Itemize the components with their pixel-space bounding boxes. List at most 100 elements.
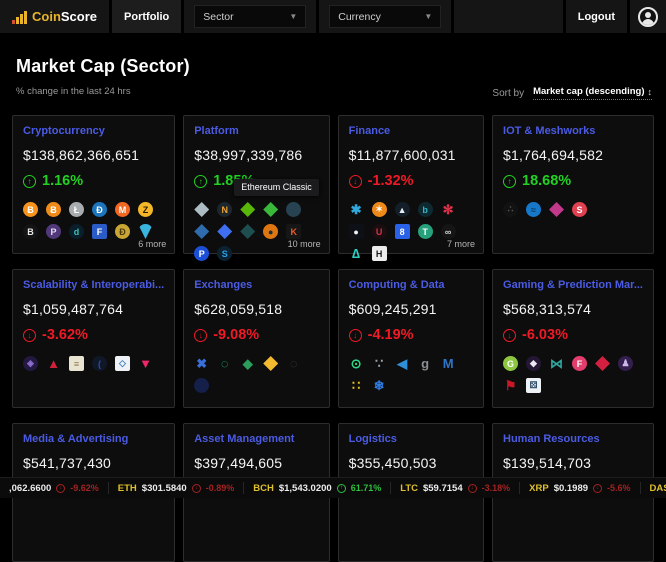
monero-icon[interactable]: M <box>115 202 130 217</box>
sector-card[interactable]: Gaming & Prediction Mar... $568,313,574 … <box>492 269 654 408</box>
ripple-icon[interactable]: ✱ <box>349 202 364 217</box>
sector-dropdown[interactable]: Sector ▼ <box>194 5 306 28</box>
blue-p-coin-icon[interactable]: P <box>194 246 209 261</box>
litecoin-icon[interactable]: Ł <box>69 202 84 217</box>
snowflake-coin-icon[interactable]: ❄ <box>372 378 387 393</box>
pivx-shield-icon[interactable]: P <box>46 224 61 239</box>
blue-x-coin-icon[interactable]: ✖ <box>194 356 209 371</box>
currency-dropdown[interactable]: Currency ▼ <box>329 5 441 28</box>
wings-coin-icon[interactable]: ⋈ <box>549 356 564 371</box>
rocket-coin-icon[interactable]: ▲ <box>395 202 410 217</box>
teal-triangle-coin-icon[interactable]: ∆ <box>349 246 364 261</box>
sector-card[interactable]: Platform $38,997,339,786 ↑ 1.85% N●KPS 1… <box>183 115 329 254</box>
sector-card[interactable]: Exchanges $628,059,518 ↓ -9.08% ✖◌◆◌ <box>183 269 329 408</box>
user-avatar[interactable] <box>638 7 658 27</box>
ethereum-icon[interactable] <box>194 202 209 217</box>
change-percent: -1.32% <box>368 173 414 189</box>
logout-button[interactable]: Logout <box>566 0 627 33</box>
sort-dropdown[interactable]: Market cap (descending) ↕ <box>533 86 652 100</box>
crystal-coin-icon[interactable] <box>194 224 209 239</box>
ticker-item[interactable]: LTC $59.7154 ↓ -3.18% <box>391 482 520 494</box>
ticker-item[interactable]: BCH $1,543.0200 ↑ 61.71% <box>244 482 391 494</box>
f-coin-icon[interactable]: F <box>92 224 107 239</box>
red-u-coin-icon[interactable]: U <box>372 224 387 239</box>
maidsafe-icon[interactable]: M <box>441 356 456 371</box>
sector-card-market-cap: $139,514,703 <box>503 455 643 471</box>
binance-icon[interactable] <box>263 356 278 371</box>
ticker-item[interactable]: ,062.6600 ↓ -9.62% <box>0 482 109 494</box>
green-ring-coin-icon[interactable]: ◌ <box>217 356 232 371</box>
ethereum-classic-icon[interactable] <box>263 202 278 217</box>
ticker-change-percent: 61.71% <box>351 483 382 493</box>
zcash-icon[interactable]: Z <box>138 202 153 217</box>
tether-icon[interactable]: T <box>418 224 433 239</box>
change-percent: -4.19% <box>368 327 414 343</box>
tab-portfolio[interactable]: Portfolio <box>112 0 181 33</box>
blue-8-coin-icon[interactable]: 8 <box>395 224 410 239</box>
pink-diamond-coin-icon[interactable] <box>549 202 564 217</box>
waves-icon[interactable] <box>217 224 232 239</box>
faded-ring-coin-icon[interactable]: ◌ <box>286 356 301 371</box>
sphere-coin-icon[interactable] <box>286 202 301 217</box>
crescent-coin-icon[interactable]: ( <box>92 356 107 371</box>
g-coin-icon[interactable]: g <box>418 356 433 371</box>
bitcoin-icon[interactable]: Ƀ <box>23 202 38 217</box>
cube-coin-icon[interactable]: ◇ <box>115 356 130 371</box>
dots-coin-icon[interactable]: ∵ <box>372 356 387 371</box>
flag-coin-icon[interactable]: ⚑ <box>503 378 518 393</box>
iota-icon[interactable]: ∴ <box>503 202 518 217</box>
yellow-dots-coin-icon[interactable]: ∷ <box>349 378 364 393</box>
sail-coin-icon[interactable]: ◀ <box>395 356 410 371</box>
gamecredits-icon[interactable]: G <box>503 356 518 371</box>
sector-card[interactable]: Finance $11,877,600,031 ↓ -1.32% ✱✶▲b✻●U… <box>338 115 484 254</box>
sector-card[interactable]: Scalability & Interoperabi... $1,059,487… <box>12 269 175 408</box>
sector-card-market-cap: $541,737,430 <box>23 455 164 471</box>
white-h-coin-icon[interactable]: H <box>372 246 387 261</box>
bytecoin-icon[interactable]: B <box>23 224 38 239</box>
decred-icon[interactable]: d <box>69 224 84 239</box>
sector-card-title: Platform <box>194 125 318 137</box>
siacoin-icon[interactable]: ⊙ <box>349 356 364 371</box>
sort-by-label: Sort by <box>492 88 524 99</box>
infinity-coin-icon[interactable]: ∞ <box>441 224 456 239</box>
maker-coin-icon[interactable]: ● <box>349 224 364 239</box>
teal-b-coin-icon[interactable]: b <box>418 202 433 217</box>
faded-blue-coin-icon[interactable] <box>194 378 209 393</box>
player-coin-icon[interactable]: ♟ <box>618 356 633 371</box>
dice-coin-icon[interactable]: ⚄ <box>526 378 541 393</box>
bitcoin-cash-icon[interactable]: Ƀ <box>46 202 61 217</box>
app-logo[interactable]: CoinScore <box>0 0 109 33</box>
red-s-coin-icon[interactable]: S <box>572 202 587 217</box>
ark-triangle-icon[interactable]: ▲ <box>46 356 61 371</box>
gem-coin-icon[interactable]: ◆ <box>526 356 541 371</box>
coin-icons-row: ◈ ▲ ≡ ( ◇ ▼ <box>23 356 164 371</box>
flame-coin-icon[interactable]: K <box>286 224 301 239</box>
funfair-icon[interactable]: F <box>572 356 587 371</box>
red-diamond-coin-icon[interactable] <box>595 356 610 371</box>
purple-ring-coin-icon[interactable]: ◈ <box>23 356 38 371</box>
change-percent: -3.62% <box>42 327 88 343</box>
neo-icon[interactable] <box>240 202 255 217</box>
note-coin-icon[interactable]: ≡ <box>69 356 84 371</box>
orange-ring-coin-icon[interactable]: ● <box>263 224 278 239</box>
streamr-swirl-icon[interactable]: ≈ <box>526 202 541 217</box>
sector-card[interactable]: Cryptocurrency $138,862,366,651 ↑ 1.16% … <box>12 115 175 254</box>
orange-node-coin-icon[interactable]: ✶ <box>372 202 387 217</box>
sector-card-title: Gaming & Prediction Mar... <box>503 279 643 291</box>
wifi-coin-icon[interactable]: ▼ <box>138 356 153 371</box>
nem-icon[interactable]: N <box>217 202 232 217</box>
sector-card-title: IOT & Meshworks <box>503 125 643 137</box>
gold-d-coin-icon[interactable]: Ð <box>115 224 130 239</box>
green-gem-coin-icon[interactable]: ◆ <box>240 356 255 371</box>
teal-diamond-coin-icon[interactable] <box>240 224 255 239</box>
ticker-item[interactable]: DASH $347.2600 ↑ 1.66% <box>641 482 666 494</box>
sector-card[interactable]: IOT & Meshworks $1,764,694,582 ↑ 18.68% … <box>492 115 654 254</box>
dash-icon[interactable]: Đ <box>92 202 107 217</box>
ticker-item[interactable]: ETH $301.5840 ↓ -0.89% <box>109 482 244 494</box>
stellar-star-icon[interactable]: ✻ <box>441 202 456 217</box>
sort-dropdown-value: Market cap (descending) <box>533 86 644 97</box>
stratis-icon[interactable]: S <box>217 246 232 261</box>
sector-card[interactable]: Computing & Data $609,245,291 ↓ -4.19% ⊙… <box>338 269 484 408</box>
ticker-item[interactable]: XRP $0.1989 ↓ -5.6% <box>520 482 640 494</box>
verge-triangle-icon[interactable] <box>138 224 153 239</box>
